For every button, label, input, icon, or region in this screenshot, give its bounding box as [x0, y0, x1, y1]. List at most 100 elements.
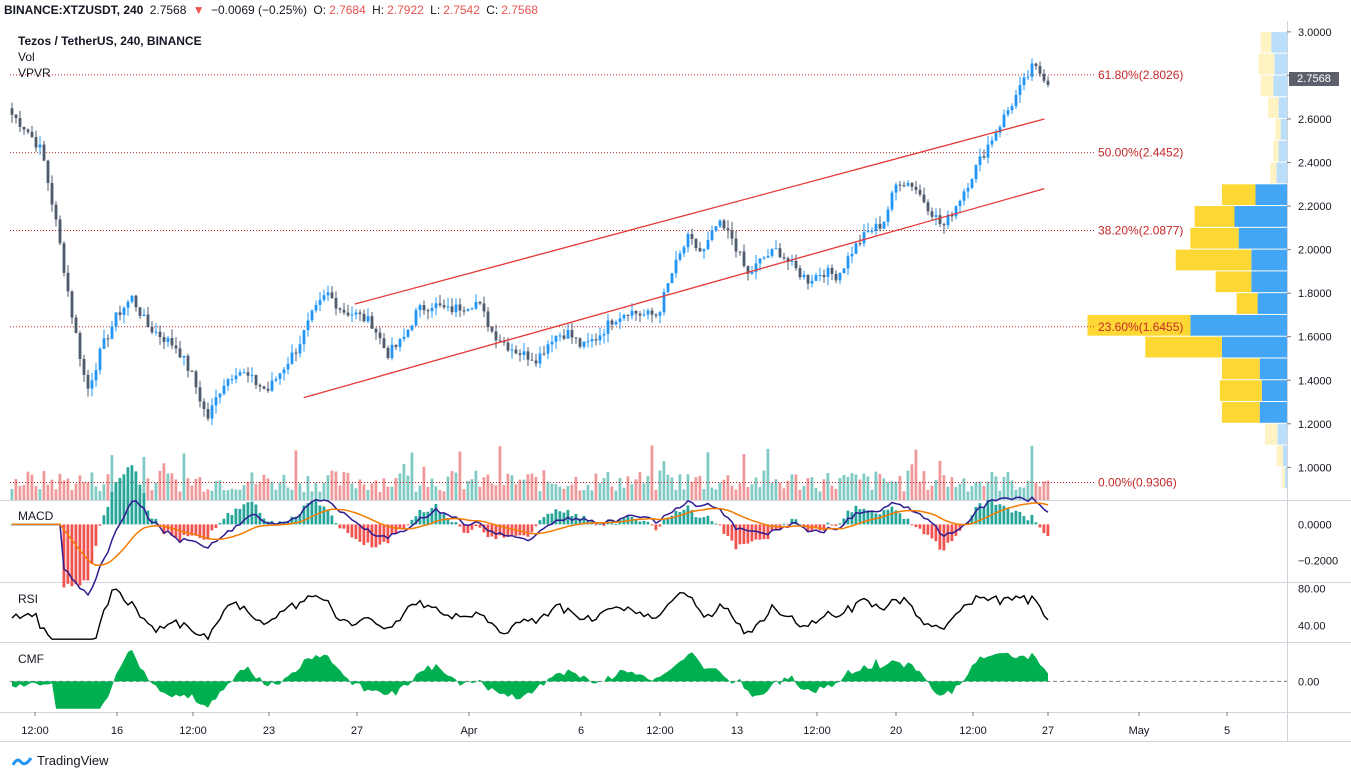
candle-body — [850, 253, 854, 257]
volume-bar — [658, 470, 662, 500]
time-tick-label: 27 — [351, 725, 363, 737]
macd-histogram-bar — [1038, 524, 1042, 528]
candle-body — [258, 384, 262, 387]
macd-histogram-bar — [598, 523, 602, 525]
candle-body — [154, 331, 158, 333]
volume-bar — [210, 490, 214, 500]
candle-body — [270, 380, 274, 391]
chart-title[interactable]: Tezos / TetherUS, 240, BINANCE — [18, 33, 202, 49]
symbol-name[interactable]: BINANCE:XTZUSDT, 240 — [4, 3, 143, 17]
price-tick-label: 1.0000 — [1298, 462, 1332, 474]
candle-body — [286, 363, 290, 370]
volume-bar — [466, 480, 470, 500]
volume-bar — [574, 476, 578, 500]
vpvr-label[interactable]: VPVR — [18, 65, 202, 81]
candle-body — [802, 274, 806, 278]
candle-body — [330, 292, 334, 299]
volume-bar — [382, 478, 386, 500]
macd-histogram-bar — [990, 500, 994, 525]
macd-histogram-bar — [846, 510, 850, 525]
volume-bar — [602, 478, 606, 500]
candle-body — [914, 186, 918, 190]
macd-histogram-bar — [382, 524, 386, 542]
candle-body — [414, 310, 418, 326]
cmf-label[interactable]: CMF — [18, 652, 44, 666]
candle-body — [822, 275, 826, 277]
macd-histogram-bar — [342, 524, 346, 529]
volume-bar — [42, 470, 46, 500]
volume-bar — [914, 449, 918, 500]
volume-bar — [454, 472, 458, 500]
macd-histogram-bar — [698, 517, 702, 525]
volume-bar — [590, 490, 594, 500]
candle-body — [18, 118, 22, 127]
volume-bar — [458, 451, 462, 500]
macd-histogram-bar — [238, 508, 242, 525]
volume-profile-down-bar — [1270, 162, 1277, 184]
price-tick-label: 1.6000 — [1298, 332, 1332, 344]
volume-bar — [394, 478, 398, 500]
macd-histogram-bar — [1042, 524, 1046, 534]
macd-histogram-bar — [710, 521, 714, 525]
volume-profile-down-bar — [1260, 31, 1272, 53]
volume-bar — [930, 485, 934, 500]
candle-body — [226, 379, 230, 386]
volume-bar — [270, 481, 274, 500]
volume-bar — [890, 481, 894, 500]
volume-bar — [418, 485, 422, 500]
volume-profile-up-bar — [1190, 314, 1287, 336]
volume-bar — [462, 489, 466, 500]
volume-bar — [366, 489, 370, 500]
time-tick-label: 12:00 — [803, 725, 831, 737]
candle-body — [834, 273, 838, 281]
macd-histogram-bar — [410, 519, 414, 525]
volume-bar — [870, 489, 874, 500]
candle-body — [322, 295, 326, 300]
macd-histogram-bar — [686, 505, 690, 525]
candle-body — [30, 131, 34, 138]
volume-bar — [610, 486, 614, 500]
candle-body — [134, 295, 138, 308]
candle-body — [926, 202, 930, 212]
candle-body — [934, 215, 938, 217]
volume-bar — [878, 473, 882, 500]
candle-body — [54, 204, 58, 220]
candle-body — [1026, 76, 1030, 78]
macd-histogram-bar — [982, 506, 986, 525]
volume-bar — [78, 475, 82, 500]
macd-histogram-bar — [730, 524, 734, 541]
candle-body — [202, 401, 206, 410]
candle-body — [94, 370, 98, 381]
fibonacci-level-label: 50.00%(2.4452) — [1098, 146, 1183, 160]
volume-bar — [506, 473, 510, 500]
candle-body — [174, 345, 178, 349]
candle-body — [1030, 63, 1034, 77]
candle-body — [750, 271, 754, 274]
cmf-area — [12, 649, 1048, 709]
time-tick-label: 23 — [263, 725, 275, 737]
candle-body — [482, 303, 486, 312]
candle-body — [806, 274, 810, 284]
candle-body — [86, 374, 90, 389]
volume-bar — [162, 463, 166, 500]
macd-histogram-bar — [718, 524, 722, 526]
tradingview-logo[interactable]: TradingView — [12, 753, 109, 768]
chart-canvas[interactable]: 3.00002.80002.60002.40002.20002.00001.80… — [0, 0, 1351, 742]
volume-bar — [790, 474, 794, 500]
macd-histogram-bar — [534, 524, 538, 527]
volume-bar — [1006, 471, 1010, 500]
volume-bar — [734, 489, 738, 500]
macd-histogram-bar — [1034, 522, 1038, 525]
candle-body — [694, 238, 698, 249]
candle-body — [730, 230, 734, 239]
volume-bar — [730, 485, 734, 500]
candle-body — [358, 312, 362, 314]
volume-bar — [850, 473, 854, 500]
macd-label[interactable]: MACD — [18, 509, 53, 523]
rsi-label[interactable]: RSI — [18, 592, 38, 606]
candle-body — [642, 314, 646, 316]
candle-body — [818, 275, 822, 277]
volume-bar — [390, 486, 394, 500]
volume-label[interactable]: Vol — [18, 49, 202, 65]
macd-histogram-bar — [898, 513, 902, 525]
